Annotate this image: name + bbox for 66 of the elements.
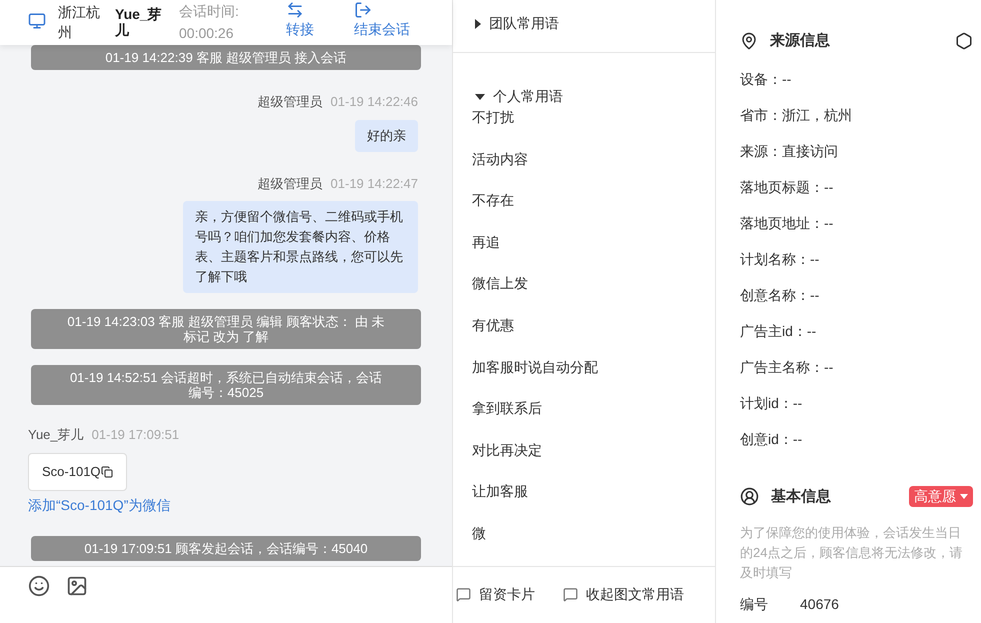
system-message: 01-19 14:52:51 会话超时，系统已自动结束会话，会话编号：45025 — [31, 365, 421, 405]
source-field: 来源：直接访问 — [740, 140, 973, 160]
phrase-group-toggle[interactable]: 个人常用语 — [453, 73, 563, 107]
emoji-icon[interactable] — [28, 575, 50, 597]
source-field: 计划名称：-- — [740, 248, 973, 268]
notice-text: 为了保障您的使用体验，会话发生当日的24点之后，顾客信息将无法修改，请及时填写 — [740, 524, 964, 582]
header-action-button[interactable]: 结束会话 — [354, 0, 410, 39]
message-icon — [456, 586, 471, 602]
intent-dropdown[interactable]: 高意愿 — [909, 486, 973, 508]
message-time: 01-19 14:22:47 — [330, 174, 418, 192]
phrase-item[interactable]: 拿到联系后 — [453, 398, 715, 440]
location-pin-icon — [740, 32, 758, 50]
image-icon[interactable] — [66, 575, 88, 597]
phrase-item[interactable]: 活动内容 — [453, 148, 715, 190]
message-time: 01-19 14:22:46 — [330, 93, 418, 111]
phrase-item[interactable]: 让加客服 — [453, 481, 715, 523]
phrase-item[interactable]: 不打扰 — [453, 107, 715, 149]
copy-icon[interactable] — [100, 466, 113, 478]
source-field: 创意名称：-- — [740, 284, 973, 304]
source-field: 创意id：-- — [740, 428, 973, 448]
toolbar-button[interactable]: 收起图文常用语 — [563, 584, 684, 604]
phrase-item[interactable]: 有优惠 — [453, 314, 715, 357]
phrase-group-toggle[interactable]: 团队常用语 — [453, 0, 559, 34]
section-title: 基本信息 — [771, 486, 831, 506]
monitor-icon — [28, 12, 46, 30]
message-icon — [563, 586, 578, 602]
phrase-item[interactable]: 对比再决定 — [453, 440, 715, 482]
duration-label: 会话时间: — [179, 2, 240, 21]
source-field: 广告主名称：-- — [740, 356, 973, 376]
source-field: 落地页地址：-- — [740, 212, 973, 232]
source-field: 计划id：-- — [740, 392, 973, 412]
phrase-item[interactable]: 加客服时说自动分配 — [453, 356, 715, 398]
field-label: 编号 — [740, 595, 769, 614]
section-title: 来源信息 — [770, 31, 830, 51]
source-field: 省市：浙江，杭州 — [740, 104, 973, 124]
message-bubble: 亲，方便留个微信号、二维码或手机号吗？咱们加您发套餐内容、价格表、主题客片和景点路线，您可以先了解下哦 — [183, 201, 418, 293]
system-message: 01-19 17:09:51 顾客发起会话，会话编号：45040 — [31, 536, 421, 560]
system-message: 01-19 14:23:03 客服 超级管理员 编辑 顾客状态： 由 未标记 改为 了解 — [31, 309, 421, 349]
add-wechat-link[interactable]: 添加“Sco-101Q”为微信 — [28, 494, 170, 516]
caret-icon — [475, 18, 481, 28]
hexagon-icon[interactable] — [955, 32, 973, 50]
swap-arrows-icon — [286, 1, 304, 19]
field-value: 40676 — [800, 595, 839, 614]
exit-icon — [354, 1, 372, 19]
message-time: 01-19 17:09:51 — [92, 426, 180, 444]
sender-name: 超级管理员 — [258, 93, 323, 111]
system-message: 01-19 14:22:39 客服 超级管理员 接入会话 — [31, 45, 421, 70]
sender-name: 超级管理员 — [258, 174, 323, 192]
source-field: 广告主id：-- — [740, 320, 973, 340]
source-field: 落地页标题：-- — [740, 176, 973, 196]
phrase-item[interactable]: 微信上发 — [453, 273, 715, 315]
phrase-item[interactable]: 再追 — [453, 232, 715, 274]
customer-location: 浙江杭州 — [58, 3, 101, 42]
caret-icon — [475, 94, 485, 100]
message-text: Sco-101Q — [42, 462, 101, 481]
caret-icon — [960, 494, 968, 500]
customer-name: Yue_芽儿 — [115, 5, 163, 38]
phrase-item[interactable]: 微 — [453, 522, 715, 565]
toolbar-button[interactable]: 留资卡片 — [456, 584, 535, 604]
duration-value: 00:00:26 — [179, 24, 234, 43]
source-field: 设备：-- — [740, 68, 973, 88]
phrase-item[interactable]: 不存在 — [453, 190, 715, 232]
sender-name: Yue_芽儿 — [28, 426, 84, 444]
message-bubble: 好的亲 — [355, 120, 418, 152]
header-action-button[interactable]: 转接 — [286, 0, 314, 39]
user-icon — [740, 487, 759, 506]
